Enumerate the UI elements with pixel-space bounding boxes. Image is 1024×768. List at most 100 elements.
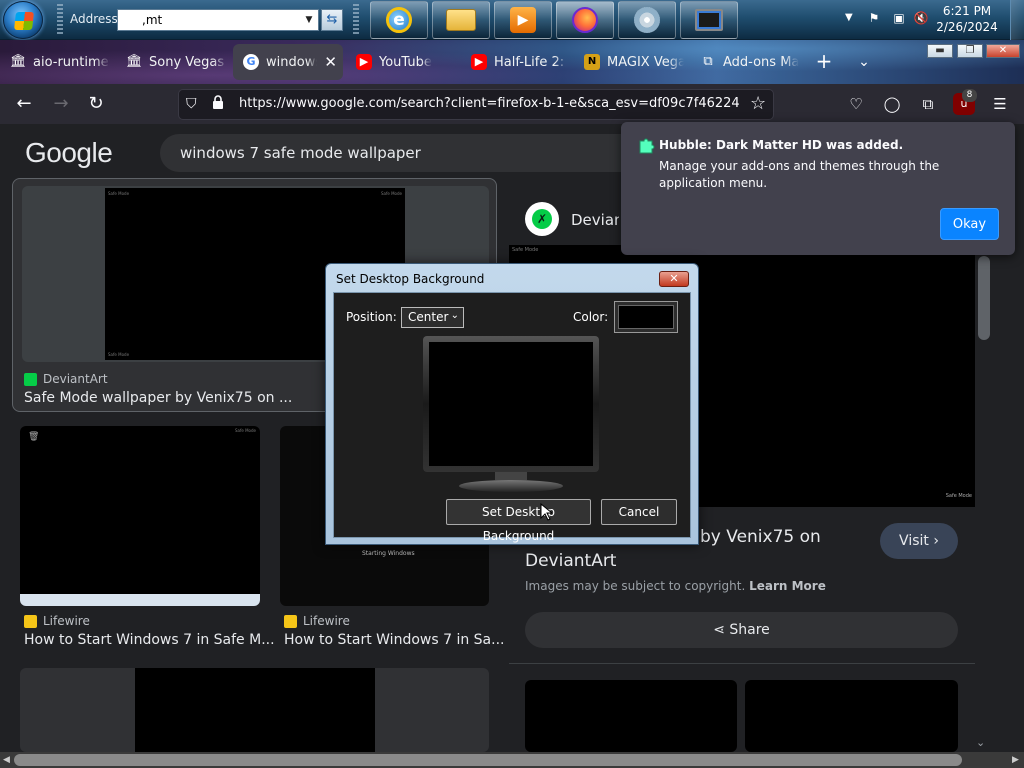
new-tab-button[interactable]: +: [812, 50, 836, 74]
tab-windows-7[interactable]: Gwindows 7 ✕: [233, 44, 343, 80]
restore-button[interactable]: ❐: [957, 44, 983, 58]
taskbar-media-center[interactable]: [680, 1, 738, 39]
list-all-tabs-button[interactable]: ⌄: [852, 50, 876, 74]
tab-label: windows 7: [266, 54, 318, 70]
close-tab-icon[interactable]: ✕: [324, 53, 337, 71]
thumb-caption: Safe Mode: [234, 428, 256, 433]
cancel-button[interactable]: Cancel: [601, 499, 677, 525]
source-name: Lifewire: [43, 614, 90, 628]
result-title[interactable]: Safe Mode wallpaper by Venix75 on ...: [24, 390, 292, 406]
tab-youtube[interactable]: ▶ YouTube: [346, 44, 456, 80]
close-window-button[interactable]: ✕: [986, 44, 1020, 58]
okay-button[interactable]: Okay: [940, 208, 999, 240]
tab-label: Half-Life 2: E: [494, 54, 569, 70]
taskbar-dvd-maker[interactable]: [618, 1, 676, 39]
horizontal-scrollbar-thumb[interactable]: [14, 754, 962, 766]
google-logo[interactable]: Google: [25, 137, 113, 169]
windows-logo-icon: [14, 12, 34, 30]
copyright-note: Images may be subject to copyright. Lear…: [525, 579, 826, 593]
dialog-close-button[interactable]: ✕: [659, 271, 689, 287]
puzzle-icon: [639, 138, 655, 154]
pocket-icon[interactable]: ♡: [845, 93, 867, 115]
visit-button[interactable]: Visit ›: [880, 523, 958, 559]
result-title[interactable]: How to Start Windows 7 in Sa...: [284, 632, 504, 648]
scroll-down-icon[interactable]: ⌄: [976, 736, 985, 749]
tab-magix-vegas[interactable]: N MAGIX Vegas: [574, 44, 684, 80]
share-button[interactable]: ⋖ Share: [525, 612, 958, 648]
archive-icon: 🏛: [10, 54, 27, 69]
copyright-text: Images may be subject to copyright.: [525, 579, 746, 593]
go-arrow-icon[interactable]: ⇆: [321, 9, 343, 31]
safe-mode-screen-image[interactable]: [135, 668, 375, 752]
result-title[interactable]: How to Start Windows 7 in Safe M...: [24, 632, 275, 648]
firefox-icon: [572, 7, 598, 33]
scroll-right-icon[interactable]: ▶: [1012, 755, 1019, 765]
tab-sony-vegas[interactable]: 🏛 Sony Vegas P: [116, 44, 228, 80]
learn-more-link[interactable]: Learn More: [749, 579, 826, 593]
dvd-maker-icon: [634, 7, 660, 33]
youtube-icon: ▶: [471, 54, 487, 70]
tab-half-life[interactable]: ▶ Half-Life 2: E: [461, 44, 569, 80]
share-label: Share: [729, 622, 770, 638]
toolbar-grip[interactable]: [353, 4, 359, 36]
account-circle-icon[interactable]: ◯: [881, 93, 903, 115]
taskbar-internet-explorer[interactable]: e: [370, 1, 428, 39]
lock-icon[interactable]: [212, 95, 224, 109]
result-source: DeviantArt: [24, 372, 108, 386]
show-desktop-button[interactable]: [1010, 0, 1024, 40]
panel-source-name[interactable]: DeviantArt: [571, 211, 619, 229]
position-select[interactable]: Center ⌄: [401, 307, 464, 328]
hamburger-menu-icon[interactable]: ☰: [989, 93, 1011, 115]
share-icon: ⋖: [713, 622, 725, 638]
taskbar-firefox[interactable]: [556, 1, 614, 39]
media-center-icon: [695, 9, 723, 31]
bookmark-star-icon[interactable]: ☆: [750, 93, 766, 114]
tab-add-ons-manager[interactable]: ⧉ Add-ons Ma: [690, 44, 800, 80]
google-icon: G: [243, 54, 259, 70]
forward-button[interactable]: →: [48, 92, 74, 118]
toolbar-grip[interactable]: [57, 4, 63, 36]
search-input[interactable]: windows 7 safe mode wallpaper: [160, 134, 660, 172]
related-image-thumbnail[interactable]: [745, 680, 958, 752]
set-desktop-background-button[interactable]: Set Desktop Background: [446, 499, 591, 543]
scrollbar-thumb[interactable]: [978, 256, 990, 340]
file-explorer-icon: [446, 9, 476, 31]
tray-expand-icon[interactable]: ▼: [845, 12, 853, 23]
related-image-thumbnail[interactable]: [525, 680, 737, 752]
dialog-title: Set Desktop Background: [336, 272, 485, 286]
result-source: Lifewire: [24, 614, 90, 628]
taskbar-clock[interactable]: 6:21 PM 2/26/2024: [930, 3, 1004, 35]
media-player-icon: ▶: [510, 7, 536, 33]
taskbar-media-player[interactable]: ▶: [494, 1, 552, 39]
extensions-puzzle-icon[interactable]: ⧉: [917, 93, 939, 115]
network-icon[interactable]: ▣: [891, 11, 907, 27]
image-thumbnail[interactable]: 🗑 Safe Mode: [20, 426, 260, 606]
start-button[interactable]: [3, 1, 43, 39]
taskbar-file-explorer[interactable]: [432, 1, 490, 39]
minimize-button[interactable]: ▬: [927, 44, 953, 58]
taskbar-strip: [20, 594, 260, 606]
tracking-protection-shield-icon[interactable]: ⛉: [186, 96, 197, 112]
color-label: Color:: [573, 310, 609, 324]
tab-aio-runtimes[interactable]: 🏛 aio-runtimes: [0, 44, 110, 80]
address-toolbar-input[interactable]: ,mt: [117, 9, 319, 31]
url-text[interactable]: https://www.google.com/search?client=fir…: [239, 96, 739, 111]
chevron-down-icon: ⌄: [450, 310, 459, 321]
volume-muted-icon[interactable]: 🔇: [913, 11, 929, 27]
back-button[interactable]: ←: [11, 92, 37, 118]
lifewire-icon: [24, 614, 37, 628]
youtube-icon: ▶: [356, 54, 372, 70]
tab-label: aio-runtimes: [33, 54, 110, 70]
color-picker-button[interactable]: [614, 301, 678, 333]
reload-button[interactable]: ↻: [83, 92, 109, 118]
action-center-flag-icon[interactable]: ⚑: [866, 11, 882, 27]
monitor-preview-icon: [423, 336, 599, 492]
thumb-caption: Starting Windows: [362, 550, 415, 557]
thumb-caption: Safe Mode: [108, 191, 130, 196]
deviantart-icon: ✗: [532, 209, 552, 229]
magix-icon: N: [584, 54, 600, 70]
chevron-down-icon[interactable]: ▼: [301, 10, 317, 30]
deviantart-logo[interactable]: ✗: [525, 202, 559, 236]
scroll-left-icon[interactable]: ◀: [3, 755, 10, 765]
tab-label: MAGIX Vegas: [607, 54, 684, 70]
